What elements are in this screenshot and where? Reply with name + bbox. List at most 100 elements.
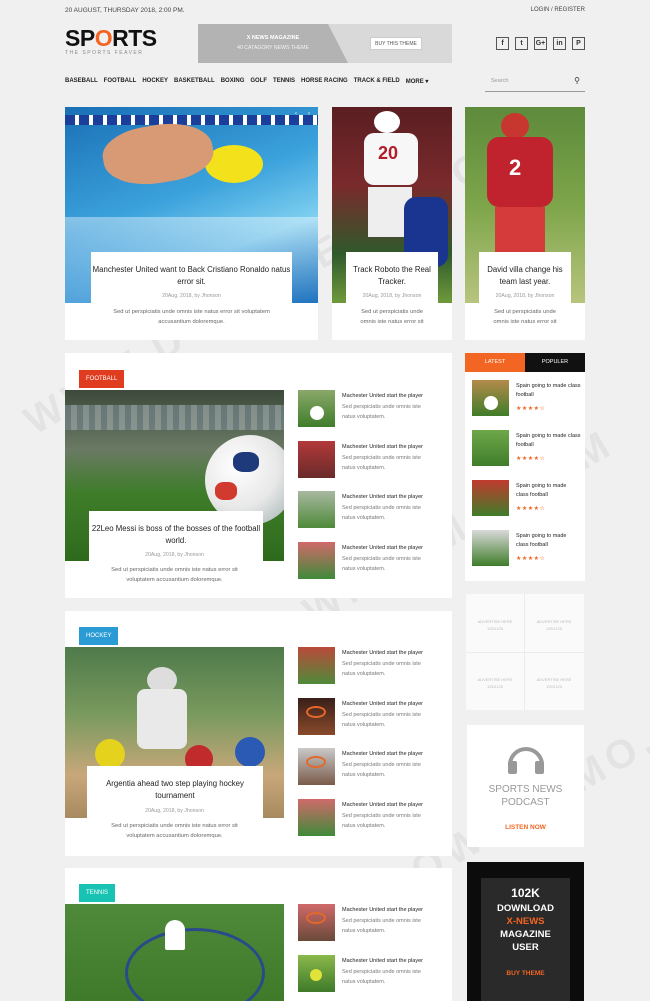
- list-item-excerpt: Sed perspiciatis unde omnis iste natus vo…: [342, 505, 421, 521]
- list-item-title[interactable]: Machester United start the player: [342, 494, 423, 500]
- nav-horse-racing[interactable]: HORSE RACING: [301, 78, 348, 85]
- hero-card-1[interactable]: ‹ › Manchester United want to Back Crist…: [65, 107, 318, 340]
- side-thumb[interactable]: [472, 380, 509, 416]
- main-nav: BASEBALL FOOTBALL HOCKEY BASKETBALL BOXI…: [65, 78, 428, 85]
- list-thumb[interactable]: [298, 441, 335, 478]
- list-thumb[interactable]: [298, 799, 335, 836]
- rating-stars: ★★★★☆: [516, 456, 546, 462]
- tennis-label[interactable]: TENNIS: [79, 884, 116, 902]
- list-item-excerpt: Sed perspiciatis unde omnis iste natus vo…: [342, 712, 421, 728]
- list-item-title[interactable]: Machester United start the player: [342, 958, 423, 964]
- google-plus-icon[interactable]: G+: [534, 37, 547, 50]
- football-feature-title[interactable]: 22Leo Messi is boss of the bosses of the…: [89, 523, 263, 535]
- nav-golf[interactable]: GOLF: [250, 78, 267, 85]
- nav-tennis[interactable]: TENNIS: [273, 78, 295, 85]
- promo-text: DOWNLOAD X-NEWS MAGAZINE USER: [497, 903, 554, 953]
- hero-card-2[interactable]: 20 Track Roboto the Real Tracker. 20Aug,…: [332, 107, 452, 340]
- list-thumb[interactable]: [298, 748, 335, 785]
- football-label[interactable]: FOOTBALL: [79, 370, 125, 388]
- side-item-title[interactable]: Spain going to made class football: [516, 482, 566, 500]
- side-thumb[interactable]: [472, 480, 509, 516]
- list-item-excerpt: Sed perspiciatis unde omnis iste natus vo…: [342, 969, 421, 985]
- list-thumb[interactable]: [298, 542, 335, 579]
- rating-stars: ★★★★☆: [516, 556, 546, 562]
- list-thumb[interactable]: [298, 647, 335, 684]
- rating-stars: ★★★★☆: [516, 506, 546, 512]
- sidebar-tabs-widget: LATEST POPULER Spain going to made class…: [465, 353, 585, 581]
- list-item-excerpt: Sed perspiciatis unde omnis iste natus vo…: [342, 918, 421, 934]
- podcast-widget: SPORTS NEWS PODCAST LISTEN NOW: [467, 725, 584, 847]
- ads-widget: ADVERTISE HERE 125X125 ADVERTISE HERE 125X…: [466, 594, 584, 710]
- header-date: 20 AUGUST, THURSDAY 2018, 2:00 PM.: [65, 7, 185, 14]
- banner-line1: X NEWS MAGAZINE: [246, 35, 300, 41]
- hero-title-2[interactable]: Track Roboto the Real: [346, 264, 438, 276]
- list-item-title[interactable]: Machester United start the player: [342, 444, 423, 450]
- list-item-excerpt: Sed perspiciatis unde omnis iste natus vo…: [342, 661, 421, 677]
- list-thumb[interactable]: [298, 955, 335, 992]
- ad-slot[interactable]: ADVERTISE HERE 125X125: [466, 618, 524, 632]
- search-box[interactable]: Search ⚲: [485, 72, 585, 92]
- hockey-meta: 20Aug, 2018, by Jhonson: [145, 808, 204, 814]
- hero-meta-3: 20Aug, 2018, by Jhonson: [495, 293, 555, 299]
- side-item-title[interactable]: Spain going to made class football: [516, 532, 566, 550]
- badminton-photo: [65, 904, 284, 1001]
- ad-slot[interactable]: ADVERTISE HERE 125X125: [525, 618, 583, 632]
- banner-line2: 40 CATAGORY NEWS THEME: [237, 45, 309, 51]
- ad-slot[interactable]: ADVERTISE HERE 125X125: [466, 676, 524, 690]
- slider-next-icon[interactable]: ›: [308, 111, 310, 117]
- ad-slot[interactable]: ADVERTISE HERE 125X125: [525, 676, 583, 690]
- football-meta: 20Aug, 2018, by Jhonson: [145, 552, 204, 558]
- list-item-title[interactable]: Machester United start the player: [342, 907, 423, 913]
- list-item-title[interactable]: Machester United start the player: [342, 751, 423, 757]
- login-register-link[interactable]: LOGIN / REGISTER: [531, 7, 585, 13]
- list-item-title[interactable]: Machester United start the player: [342, 545, 423, 551]
- list-thumb[interactable]: [298, 904, 335, 941]
- hero-title-3[interactable]: David villa change his: [479, 264, 571, 276]
- slider-prev-icon[interactable]: ‹: [295, 111, 297, 117]
- nav-hockey[interactable]: HOCKEY: [142, 78, 168, 85]
- buy-theme-button[interactable]: BUY THEME: [497, 966, 554, 981]
- linkedin-icon[interactable]: in: [553, 37, 566, 50]
- hero-meta-1: 20Aug, 2018, by Jhonson: [162, 293, 221, 299]
- nav-boxing[interactable]: BOXING: [221, 78, 245, 85]
- search-input[interactable]: Search: [491, 78, 508, 84]
- rating-stars: ★★★★☆: [516, 406, 546, 412]
- football-excerpt: Sed ut perspiciatis unde omnis iste natu…: [111, 567, 238, 583]
- nav-more[interactable]: MORE ▾: [406, 78, 429, 85]
- list-item-title[interactable]: Machester United start the player: [342, 802, 423, 808]
- side-thumb[interactable]: [472, 430, 509, 466]
- list-thumb[interactable]: [298, 491, 335, 528]
- hero-title-1[interactable]: Manchester United want to Back Cristiano…: [91, 264, 292, 276]
- hero-card-3[interactable]: 2 David villa change his team last year.…: [465, 107, 585, 340]
- headphones-icon: [505, 739, 547, 775]
- tab-latest[interactable]: LATEST: [465, 353, 525, 372]
- list-item-excerpt: Sed perspiciatis unde omnis iste natus vo…: [342, 762, 421, 778]
- twitter-icon[interactable]: t: [515, 37, 528, 50]
- promo-number: 102K: [511, 886, 540, 900]
- facebook-icon[interactable]: f: [496, 37, 509, 50]
- tab-popular[interactable]: POPULER: [525, 353, 585, 372]
- nav-track-field[interactable]: TRACK & FIELD: [354, 78, 400, 85]
- hockey-feature-title[interactable]: Argentia ahead two step playing hockey: [87, 778, 263, 790]
- nav-basketball[interactable]: BASKETBALL: [174, 78, 215, 85]
- list-item-excerpt: Sed perspiciatis unde omnis iste natus vo…: [342, 556, 421, 572]
- site-logo[interactable]: SPORTS THE SPORTS FEAVER: [65, 27, 157, 57]
- side-item-title[interactable]: Spain going to made class football: [516, 382, 581, 400]
- list-thumb[interactable]: [298, 390, 335, 427]
- buy-this-theme-button[interactable]: BUY THIS THEME: [370, 37, 422, 50]
- side-thumb[interactable]: [472, 530, 509, 566]
- side-item-title[interactable]: Spain going to made class football: [516, 432, 581, 450]
- list-item-title[interactable]: Machester United start the player: [342, 393, 423, 399]
- header-banner[interactable]: X NEWS MAGAZINE 40 CATAGORY NEWS THEME B…: [198, 24, 452, 63]
- list-item-excerpt: Sed perspiciatis unde omnis iste natus vo…: [342, 813, 421, 829]
- search-icon[interactable]: ⚲: [574, 76, 580, 85]
- pinterest-icon[interactable]: P: [572, 37, 585, 50]
- promo-widget: 102K DOWNLOAD X-NEWS MAGAZINE USER BUY T…: [467, 862, 584, 1001]
- nav-baseball[interactable]: BASEBALL: [65, 78, 98, 85]
- listen-now-link[interactable]: LISTEN NOW: [467, 824, 584, 831]
- list-item-title[interactable]: Machester United start the player: [342, 650, 423, 656]
- nav-football[interactable]: FOOTBALL: [104, 78, 137, 85]
- list-item-title[interactable]: Machester United start the player: [342, 701, 423, 707]
- list-thumb[interactable]: [298, 698, 335, 735]
- hockey-label[interactable]: HOCKEY: [79, 627, 119, 645]
